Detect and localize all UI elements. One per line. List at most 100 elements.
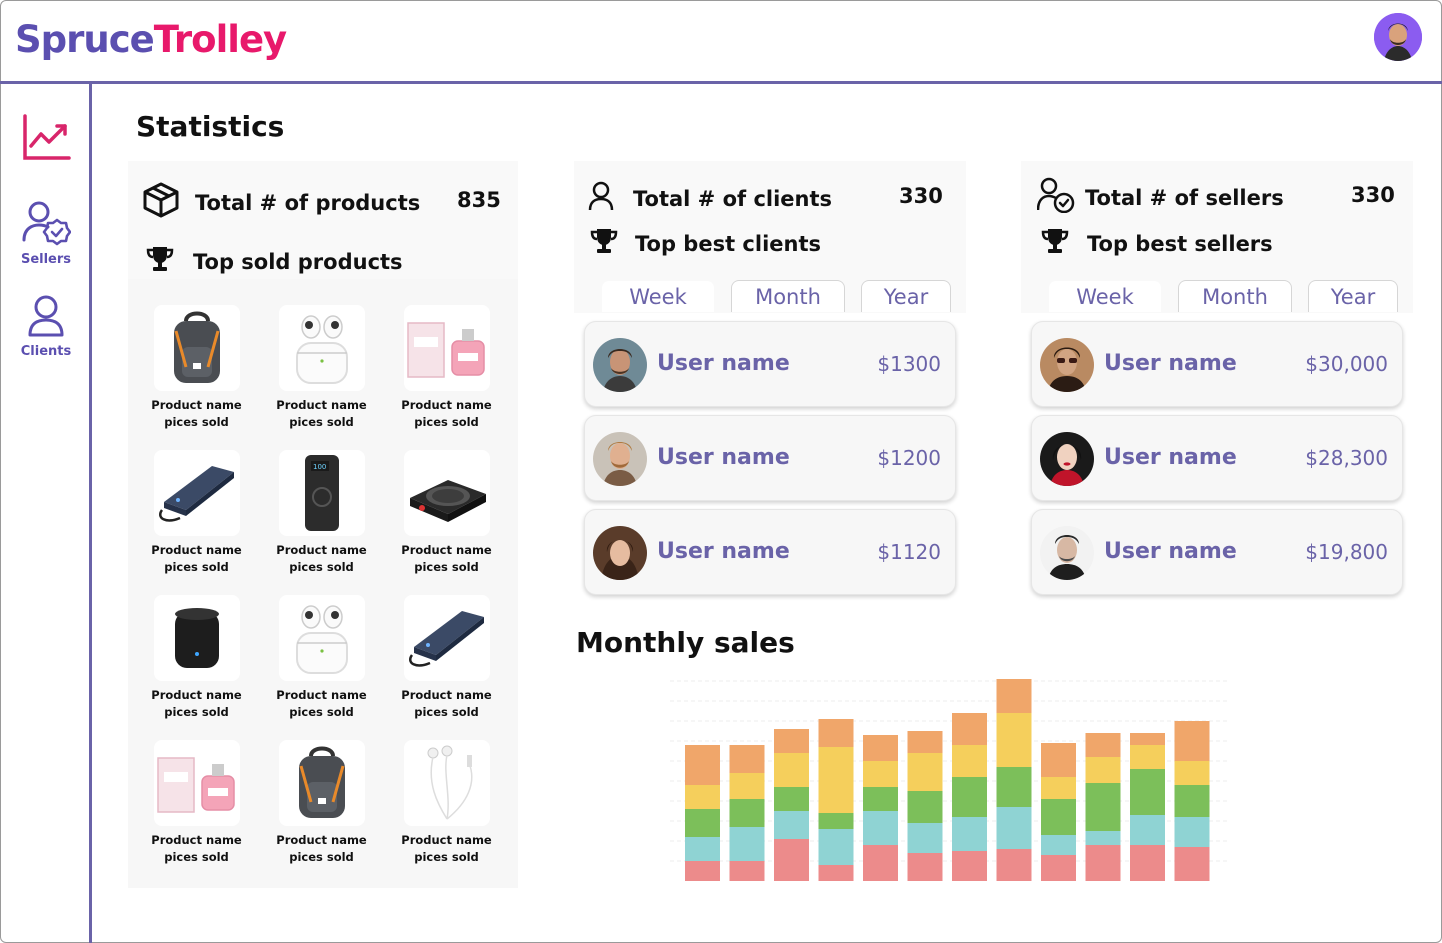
chart-bar-segment bbox=[863, 845, 898, 881]
chart-bar-segment bbox=[774, 811, 809, 839]
seller-avatar bbox=[1040, 432, 1094, 486]
chart-bar-segment bbox=[1174, 847, 1210, 881]
chart-bar-segment bbox=[818, 829, 854, 865]
client-card[interactable]: User name $1200 bbox=[584, 415, 956, 501]
product-image bbox=[153, 450, 240, 536]
product-card[interactable]: Product name pices sold bbox=[259, 740, 384, 866]
chart-bar-segment bbox=[774, 753, 809, 787]
product-card[interactable]: 100 Product name pices sold bbox=[259, 450, 384, 576]
chart-bar-segment bbox=[952, 713, 987, 745]
client-amount: $1120 bbox=[877, 540, 941, 564]
product-name: Product name bbox=[276, 833, 367, 847]
client-avatar bbox=[593, 338, 647, 392]
product-image bbox=[278, 740, 365, 826]
product-card[interactable]: Product name pices sold bbox=[384, 450, 509, 576]
client-card[interactable]: User name $1300 bbox=[584, 321, 956, 407]
seller-card[interactable]: User name $28,300 bbox=[1031, 415, 1403, 501]
total-products-value: 835 bbox=[457, 188, 501, 212]
chart-bar-segment bbox=[685, 785, 720, 809]
sidebar-item-statistics[interactable] bbox=[0, 112, 92, 166]
chart-bar-segment bbox=[1174, 761, 1210, 785]
top-sold-row: Top sold products bbox=[146, 245, 403, 278]
chart-bar-segment bbox=[1041, 835, 1076, 855]
tab-month[interactable]: Month bbox=[1178, 280, 1292, 312]
logo-part-2: Trolley bbox=[153, 18, 287, 61]
product-sold: pices sold bbox=[164, 560, 229, 574]
product-card[interactable]: Product name pices sold bbox=[134, 450, 259, 576]
product-image bbox=[153, 740, 240, 826]
product-card[interactable]: Product name pices sold bbox=[134, 595, 259, 721]
chart-bar-segment bbox=[818, 719, 854, 747]
product-sold: pices sold bbox=[289, 705, 354, 719]
client-name: User name bbox=[657, 445, 790, 470]
sidebar-item-clients[interactable]: Clients bbox=[0, 294, 92, 359]
product-sold: pices sold bbox=[164, 850, 229, 864]
sidebar: Sellers Clients bbox=[0, 84, 92, 943]
app-logo[interactable]: SpruceTrolley bbox=[15, 18, 287, 61]
tab-week[interactable]: Week bbox=[601, 280, 715, 312]
chart-bar-segment bbox=[818, 813, 854, 829]
chart-bar-segment bbox=[1130, 769, 1165, 815]
chart-bar-segment bbox=[996, 713, 1032, 767]
chart-bar-segment bbox=[863, 761, 898, 787]
product-card[interactable]: Product name pices sold bbox=[259, 305, 384, 431]
seller-avatar bbox=[1040, 526, 1094, 580]
product-image: 100 bbox=[278, 450, 365, 536]
user-avatar[interactable] bbox=[1374, 13, 1422, 61]
top-clients-label: Top best clients bbox=[635, 231, 822, 256]
seller-card[interactable]: User name $30,000 bbox=[1031, 321, 1403, 407]
total-products-label: Total # of products bbox=[195, 190, 421, 215]
product-name: Product name bbox=[401, 543, 492, 557]
chart-bar-segment bbox=[952, 745, 987, 777]
product-name: Product name bbox=[276, 688, 367, 702]
seller-amount: $28,300 bbox=[1305, 446, 1388, 470]
chart-bar-segment bbox=[1085, 783, 1121, 831]
chart-bar-segment bbox=[1041, 777, 1076, 799]
top-sold-label: Top sold products bbox=[193, 249, 403, 274]
product-sold: pices sold bbox=[289, 850, 354, 864]
seller-name: User name bbox=[1104, 539, 1237, 564]
product-card[interactable]: Product name pices sold bbox=[134, 740, 259, 866]
sidebar-item-sellers[interactable]: Sellers bbox=[0, 198, 92, 267]
product-card[interactable]: Product name pices sold bbox=[384, 595, 509, 721]
svg-text:100: 100 bbox=[313, 463, 326, 471]
product-image bbox=[403, 450, 490, 536]
product-image bbox=[278, 305, 365, 391]
seller-card[interactable]: User name $19,800 bbox=[1031, 509, 1403, 595]
top-sellers-label: Top best sellers bbox=[1087, 231, 1273, 256]
product-card[interactable]: Product name pices sold bbox=[384, 305, 509, 431]
seller-amount: $19,800 bbox=[1305, 540, 1388, 564]
tab-month[interactable]: Month bbox=[731, 280, 845, 312]
sidebar-item-label: Clients bbox=[20, 344, 72, 359]
seller-badge-icon bbox=[1036, 177, 1075, 218]
chart-line-icon bbox=[21, 114, 71, 166]
client-card[interactable]: User name $1120 bbox=[584, 509, 956, 595]
total-products-row: Total # of products bbox=[142, 181, 420, 224]
tab-year[interactable]: Year bbox=[1308, 280, 1398, 312]
chart-bar-segment bbox=[996, 849, 1032, 881]
product-name: Product name bbox=[151, 688, 242, 702]
chart-bar-segment bbox=[1085, 845, 1121, 881]
product-card[interactable]: Product name pices sold bbox=[134, 305, 259, 431]
sellers-panel: Total # of sellers 330 Top best sellers … bbox=[1021, 161, 1413, 313]
product-card[interactable]: Product name pices sold bbox=[384, 740, 509, 866]
chart-bar-segment bbox=[907, 753, 943, 791]
total-sellers-row: Total # of sellers bbox=[1036, 177, 1284, 218]
product-name: Product name bbox=[276, 543, 367, 557]
tab-week[interactable]: Week bbox=[1048, 280, 1162, 312]
product-image bbox=[403, 740, 490, 826]
product-sold: pices sold bbox=[164, 705, 229, 719]
product-sold: pices sold bbox=[289, 415, 354, 429]
chart-bar-segment bbox=[907, 791, 943, 823]
chart-bar-segment bbox=[685, 861, 720, 881]
page-title: Statistics bbox=[136, 110, 285, 143]
tab-year[interactable]: Year bbox=[861, 280, 951, 312]
product-sold: pices sold bbox=[164, 415, 229, 429]
chart-bar-segment bbox=[1174, 785, 1210, 817]
total-clients-label: Total # of clients bbox=[633, 186, 833, 211]
product-card[interactable]: Product name pices sold bbox=[259, 595, 384, 721]
product-name: Product name bbox=[151, 833, 242, 847]
chart-bar-segment bbox=[1174, 817, 1210, 847]
monthly-sales-chart bbox=[670, 679, 1230, 881]
top-clients-row: Top best clients bbox=[590, 227, 821, 260]
